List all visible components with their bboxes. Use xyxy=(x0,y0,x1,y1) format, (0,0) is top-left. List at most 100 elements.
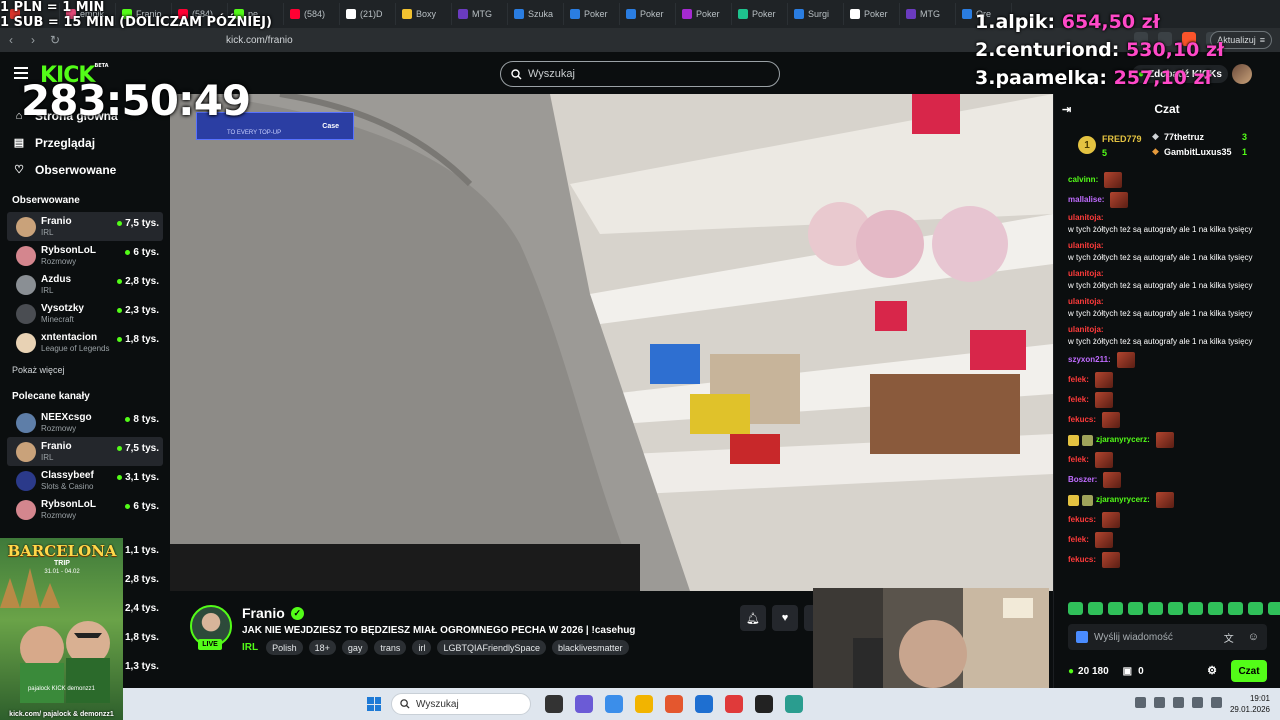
browser-app-icon[interactable] xyxy=(725,695,743,713)
chat-settings-icon[interactable]: ⚙ xyxy=(1207,664,1217,677)
emote-icon[interactable] xyxy=(1068,602,1083,615)
browser-tab[interactable]: Poker xyxy=(620,3,676,25)
start-menu-icon[interactable] xyxy=(367,697,381,711)
sidebar-channel-item[interactable]: RybsonLoL Rozmowy 6 tys. xyxy=(7,495,163,524)
emote-icon[interactable] xyxy=(1248,602,1263,615)
chat-username[interactable]: felek: xyxy=(1068,534,1089,546)
emote-icon[interactable] xyxy=(1208,602,1223,615)
remote-desktop-icon[interactable] xyxy=(785,695,803,713)
chat-username[interactable]: szyxon211: xyxy=(1068,354,1111,366)
browser-tab[interactable]: Boxy xyxy=(396,3,452,25)
sidebar-channel-item[interactable]: RybsonLoL Rozmowy 6 tys. xyxy=(7,241,163,270)
stream-tag[interactable]: Polish xyxy=(266,640,303,655)
chat-username[interactable]: felek: xyxy=(1068,454,1089,466)
chat-username[interactable]: ulanitoja: xyxy=(1068,268,1104,280)
chat-username[interactable]: zjaranyrycerz: xyxy=(1096,434,1150,446)
sidebar-channel-item[interactable]: Franio IRL 7,5 tys. xyxy=(7,212,163,241)
stream-tag[interactable]: gay xyxy=(341,640,369,655)
copilot-icon[interactable] xyxy=(605,695,623,713)
search-input[interactable] xyxy=(528,68,758,80)
sidebar-nav-item[interactable]: ♡ Obserwowane xyxy=(0,156,170,183)
volume-icon[interactable] xyxy=(1192,697,1203,708)
url-field[interactable]: kick.com/franio xyxy=(226,35,293,46)
barcelona-trip-promo[interactable]: BARCELONA TRIP 31.01 - 04.02 pajalock KI… xyxy=(0,538,123,720)
chat-username[interactable]: ulanitoja: xyxy=(1068,212,1104,224)
gifter-name[interactable]: 77thetruz xyxy=(1164,132,1204,142)
collapse-chat-icon[interactable]: ⇥ xyxy=(1062,103,1071,116)
send-chat-button[interactable]: Czat xyxy=(1231,660,1267,682)
chat-username[interactable]: calvinn: xyxy=(1068,174,1098,186)
emote-icon[interactable] xyxy=(1268,602,1280,615)
emote-icon[interactable] xyxy=(1108,602,1123,615)
emote-icon[interactable] xyxy=(1168,602,1183,615)
gifter-name[interactable]: GambitLuxus35 xyxy=(1164,147,1232,157)
search-box[interactable] xyxy=(500,61,780,87)
gifter-name[interactable]: FRED779 xyxy=(1102,134,1142,144)
chat-username[interactable]: ulanitoja: xyxy=(1068,240,1104,252)
task-view-icon[interactable] xyxy=(545,695,563,713)
chat-username[interactable]: mallalise: xyxy=(1068,194,1104,206)
chat-username[interactable]: fekucs: xyxy=(1068,414,1096,426)
browser-tab[interactable]: Poker xyxy=(844,3,900,25)
stream-tag[interactable]: 18+ xyxy=(308,640,336,655)
stream-category[interactable]: IRL xyxy=(242,642,258,653)
file-explorer-icon[interactable] xyxy=(635,695,653,713)
chat-username[interactable]: fekucs: xyxy=(1068,554,1096,566)
chat-input-box[interactable]: 文 ☺ xyxy=(1068,624,1267,650)
reload-icon[interactable]: ↻ xyxy=(44,29,66,51)
taskbar-search[interactable]: Wyszukaj xyxy=(391,693,531,715)
emote-icon[interactable] xyxy=(1088,602,1103,615)
chat-input[interactable] xyxy=(1094,631,1204,643)
chat-username[interactable]: Boszer: xyxy=(1068,474,1097,486)
tray-app-icon[interactable] xyxy=(1154,697,1165,708)
browser-tab[interactable]: Poker xyxy=(732,3,788,25)
store-icon[interactable] xyxy=(695,695,713,713)
browser-tab[interactable]: Szuka xyxy=(508,3,564,25)
user-avatar[interactable] xyxy=(1232,64,1252,84)
chat-username[interactable]: ulanitoja: xyxy=(1068,296,1104,308)
follow-button[interactable]: ♥ xyxy=(772,605,798,631)
stream-tag[interactable]: irl xyxy=(412,640,432,655)
sidebar-channel-item[interactable]: NEEXcsgo Rozmowy 8 tys. xyxy=(7,408,163,437)
browser-tab[interactable]: Poker xyxy=(676,3,732,25)
sidebar-channel-item[interactable]: xntentacion League of Legends 1,8 tys. xyxy=(7,328,163,357)
chat-username[interactable]: ulanitoja: xyxy=(1068,324,1104,336)
chat-messages[interactable]: calvinn: mallalise: ulanitoja: w tych żółty… xyxy=(1054,170,1280,594)
forward-icon[interactable]: › xyxy=(22,29,44,51)
translate-icon[interactable]: 文 xyxy=(1224,630,1234,645)
emoji-icon[interactable]: ☺ xyxy=(1248,631,1259,643)
browser-tab[interactable]: (21)D xyxy=(340,3,396,25)
show-more-link[interactable]: Pokaż więcej xyxy=(0,365,170,375)
discord-icon[interactable] xyxy=(575,695,593,713)
battery-icon[interactable] xyxy=(1211,697,1222,708)
chat-username[interactable]: felek: xyxy=(1068,374,1089,386)
browser-tab[interactable]: MTG xyxy=(452,3,508,25)
stream-tag[interactable]: blacklivesmatter xyxy=(551,640,629,655)
sidebar-channel-item[interactable]: Vysotzky Minecraft 2,3 tys. xyxy=(7,299,163,328)
network-icon[interactable] xyxy=(1173,697,1184,708)
drops-count[interactable]: 0 xyxy=(1138,666,1144,677)
back-icon[interactable]: ‹ xyxy=(0,29,22,51)
browser-tab[interactable]: (584) xyxy=(284,3,340,25)
sidebar-channel-item[interactable]: Classybeef Slots & Casino 3,1 tys. xyxy=(7,466,163,495)
chat-username[interactable]: fekucs: xyxy=(1068,514,1096,526)
emote-icon[interactable] xyxy=(1188,602,1203,615)
emote-icon[interactable] xyxy=(1128,602,1143,615)
browser-tab[interactable]: Poker xyxy=(564,3,620,25)
kick-emote-icon[interactable] xyxy=(1076,631,1088,643)
sidebar-channel-item[interactable]: Azdus IRL 2,8 tys. xyxy=(7,270,163,299)
sidebar-channel-item[interactable]: Franio IRL 7,5 tys. xyxy=(7,437,163,466)
chat-username[interactable]: zjaranyrycerz: xyxy=(1096,494,1150,506)
video-player[interactable] xyxy=(170,94,1053,591)
channel-points[interactable]: 20 180 xyxy=(1078,666,1109,677)
browser-tab[interactable]: MTG xyxy=(900,3,956,25)
sidebar-nav-item[interactable]: ▤ Przeglądaj xyxy=(0,129,170,156)
tray-chevron-icon[interactable] xyxy=(1135,697,1146,708)
chat-username[interactable]: felek: xyxy=(1068,394,1089,406)
brave-icon[interactable] xyxy=(665,695,683,713)
stream-tag[interactable]: trans xyxy=(374,640,407,655)
emote-icon[interactable] xyxy=(1228,602,1243,615)
notification-bell-button[interactable]: 🔔︎ xyxy=(740,605,766,631)
taskbar-clock[interactable]: 19:01 29.01.2026 xyxy=(1230,693,1270,715)
stream-tag[interactable]: LGBTQIAFriendlySpace xyxy=(437,640,546,655)
